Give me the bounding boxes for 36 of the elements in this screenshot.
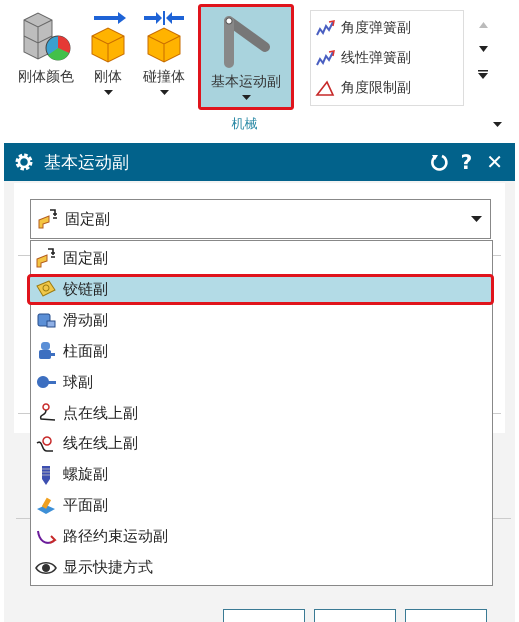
fixed-joint-icon <box>37 208 59 230</box>
cube-arrow-icon <box>142 8 186 64</box>
dropdown-option[interactable]: 柱面副 <box>31 336 492 367</box>
dialog-title: 基本运动副 <box>44 152 129 174</box>
ribbon-button[interactable]: 刚体 <box>82 4 134 110</box>
ribbon-button[interactable]: 基本运动副 <box>198 4 294 110</box>
caret-icon[interactable] <box>493 122 502 127</box>
fixed-joint-icon <box>35 247 57 270</box>
dropdown-option[interactable]: 显示快捷方式 <box>31 552 492 583</box>
dropdown-option[interactable]: 螺旋副 <box>31 459 492 490</box>
reset-icon[interactable] <box>428 152 449 172</box>
joint-type-dropdown[interactable]: 固定副 <box>30 199 491 239</box>
gallery-item[interactable]: 线性弹簧副 <box>315 49 459 67</box>
spring-icon <box>315 49 335 67</box>
dropdown-option[interactable]: 固定副 <box>31 243 492 274</box>
dropdown-option[interactable]: 铰链副 <box>27 274 494 305</box>
dropdown-option[interactable]: 路径约束运动副 <box>31 521 492 552</box>
dropdown-option[interactable]: 线在线上副 <box>31 428 492 460</box>
settings-icon <box>14 152 34 172</box>
ribbon-button[interactable]: 刚体颜色 <box>14 4 78 110</box>
caret-icon <box>471 216 482 222</box>
gallery-item[interactable]: 角度限制副 <box>315 79 459 97</box>
dropdown-option[interactable]: 滑动副 <box>31 304 492 336</box>
triangle-icon <box>315 79 335 97</box>
more-icon[interactable] <box>478 70 488 79</box>
ribbon-button[interactable]: 碰撞体 <box>138 4 190 110</box>
close-button[interactable]: ✕ <box>484 150 505 174</box>
help-button[interactable]: ? <box>458 150 474 174</box>
plane-icon <box>35 494 57 517</box>
dropdown-option[interactable]: 球副 <box>31 366 492 398</box>
dropdown-option[interactable]: 点在线上副 <box>31 398 492 428</box>
gallery-item[interactable]: 角度弹簧副 <box>315 19 459 37</box>
spring-icon <box>315 19 335 37</box>
scroll-down-icon[interactable] <box>478 46 488 52</box>
group-label: 机械 <box>232 116 258 133</box>
dropdown-option[interactable]: 平面副 <box>31 490 492 522</box>
